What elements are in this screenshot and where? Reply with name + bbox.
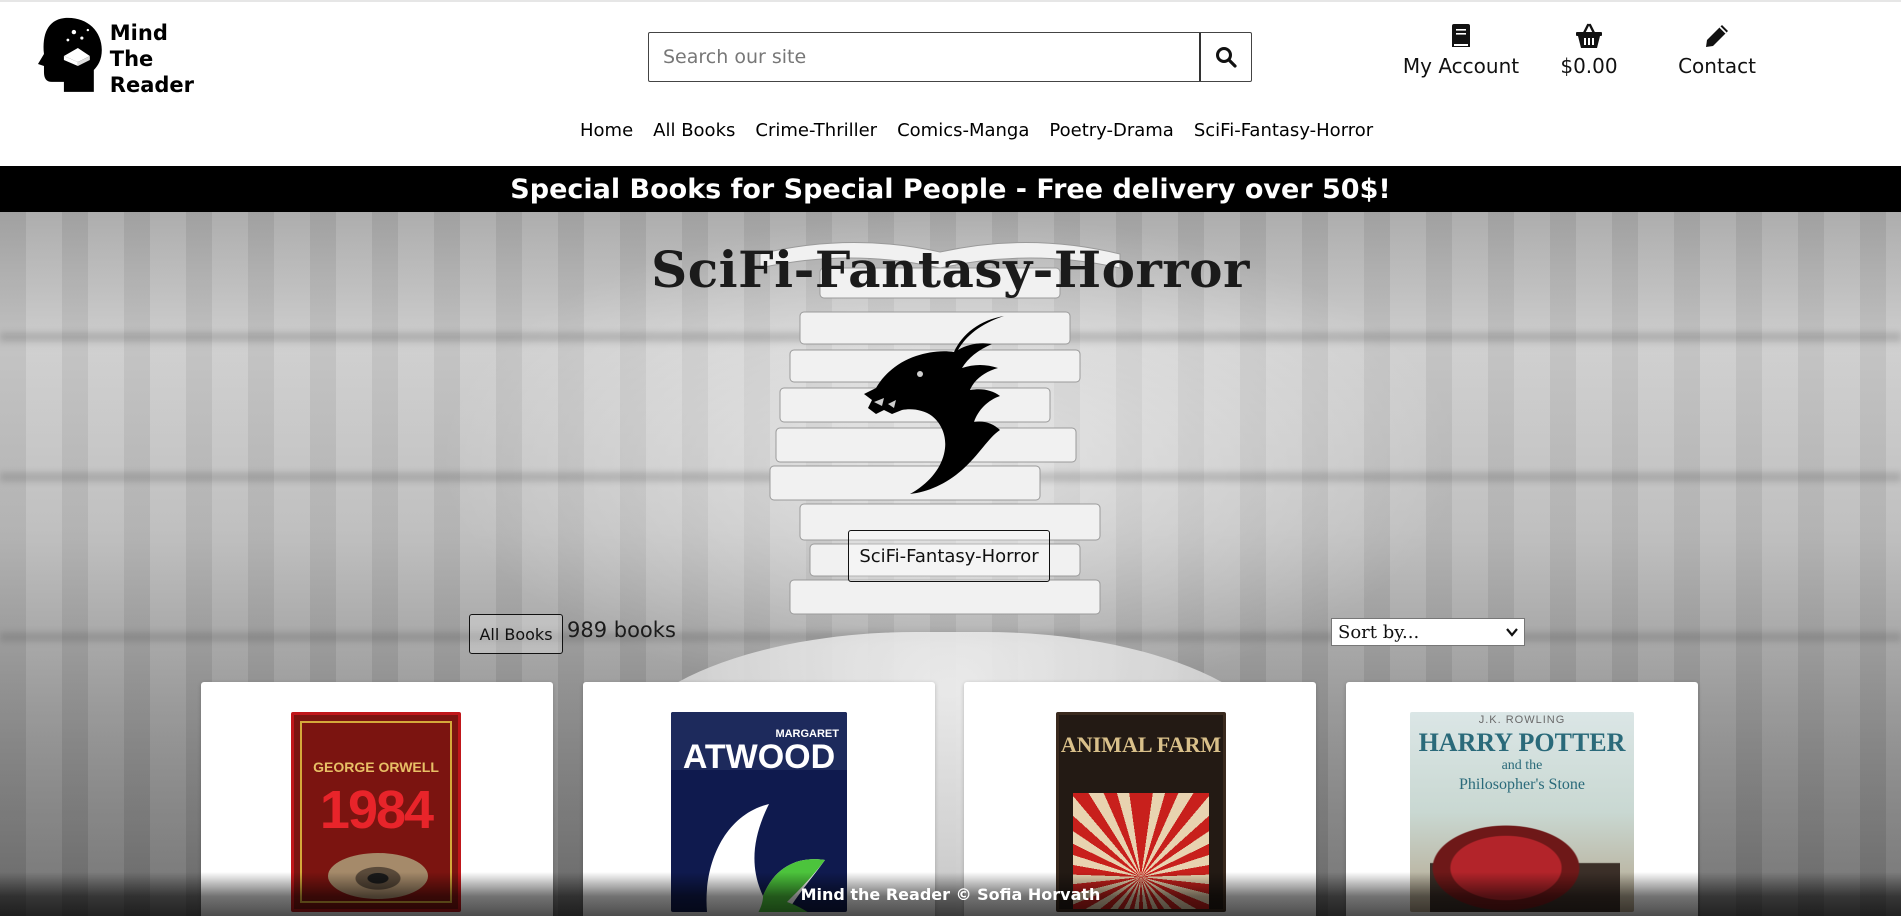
nav-poetry-drama[interactable]: Poetry-Drama bbox=[1049, 120, 1173, 141]
category-title: SciFi-Fantasy-Horror bbox=[651, 240, 1250, 299]
search-button[interactable] bbox=[1199, 33, 1251, 81]
sort-select[interactable]: Sort by... bbox=[1331, 618, 1525, 646]
account-links: My Account $0.00 Contact bbox=[1396, 22, 1768, 78]
chevron-down-icon bbox=[1506, 628, 1518, 637]
search-input[interactable] bbox=[649, 33, 1199, 81]
cart-link[interactable]: $0.00 bbox=[1550, 22, 1628, 78]
my-account-link[interactable]: My Account bbox=[1396, 22, 1526, 78]
search-bar bbox=[648, 32, 1252, 82]
cover-title: 1984 bbox=[319, 780, 434, 840]
all-books-button[interactable]: All Books bbox=[469, 614, 563, 654]
nav-comics-manga[interactable]: Comics-Manga bbox=[897, 120, 1029, 141]
nav-all-books[interactable]: All Books bbox=[653, 120, 735, 141]
cover-title: ATWOOD bbox=[682, 738, 836, 776]
cover-author: J.K. ROWLING bbox=[1478, 714, 1566, 726]
basket-icon bbox=[1576, 23, 1602, 48]
category-hero: SciFi-Fantasy-Horror SciFi-Fantasy-Horro… bbox=[0, 212, 1901, 916]
my-account-label: My Account bbox=[1402, 54, 1520, 78]
logo-line-2: The bbox=[109, 47, 154, 71]
cover-author: GEORGE ORWELL bbox=[313, 759, 439, 775]
dragon-icon bbox=[864, 316, 1004, 494]
cover-title: HARRY POTTER bbox=[1418, 728, 1626, 757]
book-icon bbox=[1452, 24, 1470, 47]
site-footer: Mind the Reader © Sofia Horvath bbox=[0, 872, 1901, 916]
sort-selected-value: Sort by... bbox=[1338, 621, 1420, 643]
main-nav: Home All Books Crime-Thriller Comics-Man… bbox=[580, 120, 1373, 141]
head-book-icon bbox=[37, 17, 102, 92]
book-count: 989 books bbox=[567, 618, 676, 642]
site-logo[interactable]: Mind The Reader bbox=[34, 16, 194, 98]
cover-title: ANIMAL FARM bbox=[1060, 732, 1222, 757]
logo-line-3: Reader bbox=[109, 73, 194, 97]
category-badge[interactable]: SciFi-Fantasy-Horror bbox=[848, 530, 1050, 582]
search-icon bbox=[1216, 47, 1237, 68]
contact-label: Contact bbox=[1678, 54, 1756, 78]
logo-line-1: Mind bbox=[109, 21, 168, 45]
nav-scifi-fantasy-horror[interactable]: SciFi-Fantasy-Horror bbox=[1194, 120, 1373, 141]
cart-total: $0.00 bbox=[1560, 54, 1618, 78]
promo-banner: Special Books for Special People - Free … bbox=[0, 166, 1901, 212]
contact-link[interactable]: Contact bbox=[1666, 22, 1768, 78]
page: Mind The Reader Search our site My Accou… bbox=[0, 0, 1901, 916]
site-header: Mind The Reader Search our site My Accou… bbox=[0, 0, 1901, 166]
nav-home[interactable]: Home bbox=[580, 120, 633, 141]
cover-title-line-2: and the bbox=[1501, 758, 1543, 773]
logo-text: Mind The Reader bbox=[110, 20, 194, 98]
pencil-icon bbox=[1706, 25, 1728, 47]
nav-crime-thriller[interactable]: Crime-Thriller bbox=[755, 120, 877, 141]
cover-title-line-3: Philosopher's Stone bbox=[1459, 776, 1585, 793]
